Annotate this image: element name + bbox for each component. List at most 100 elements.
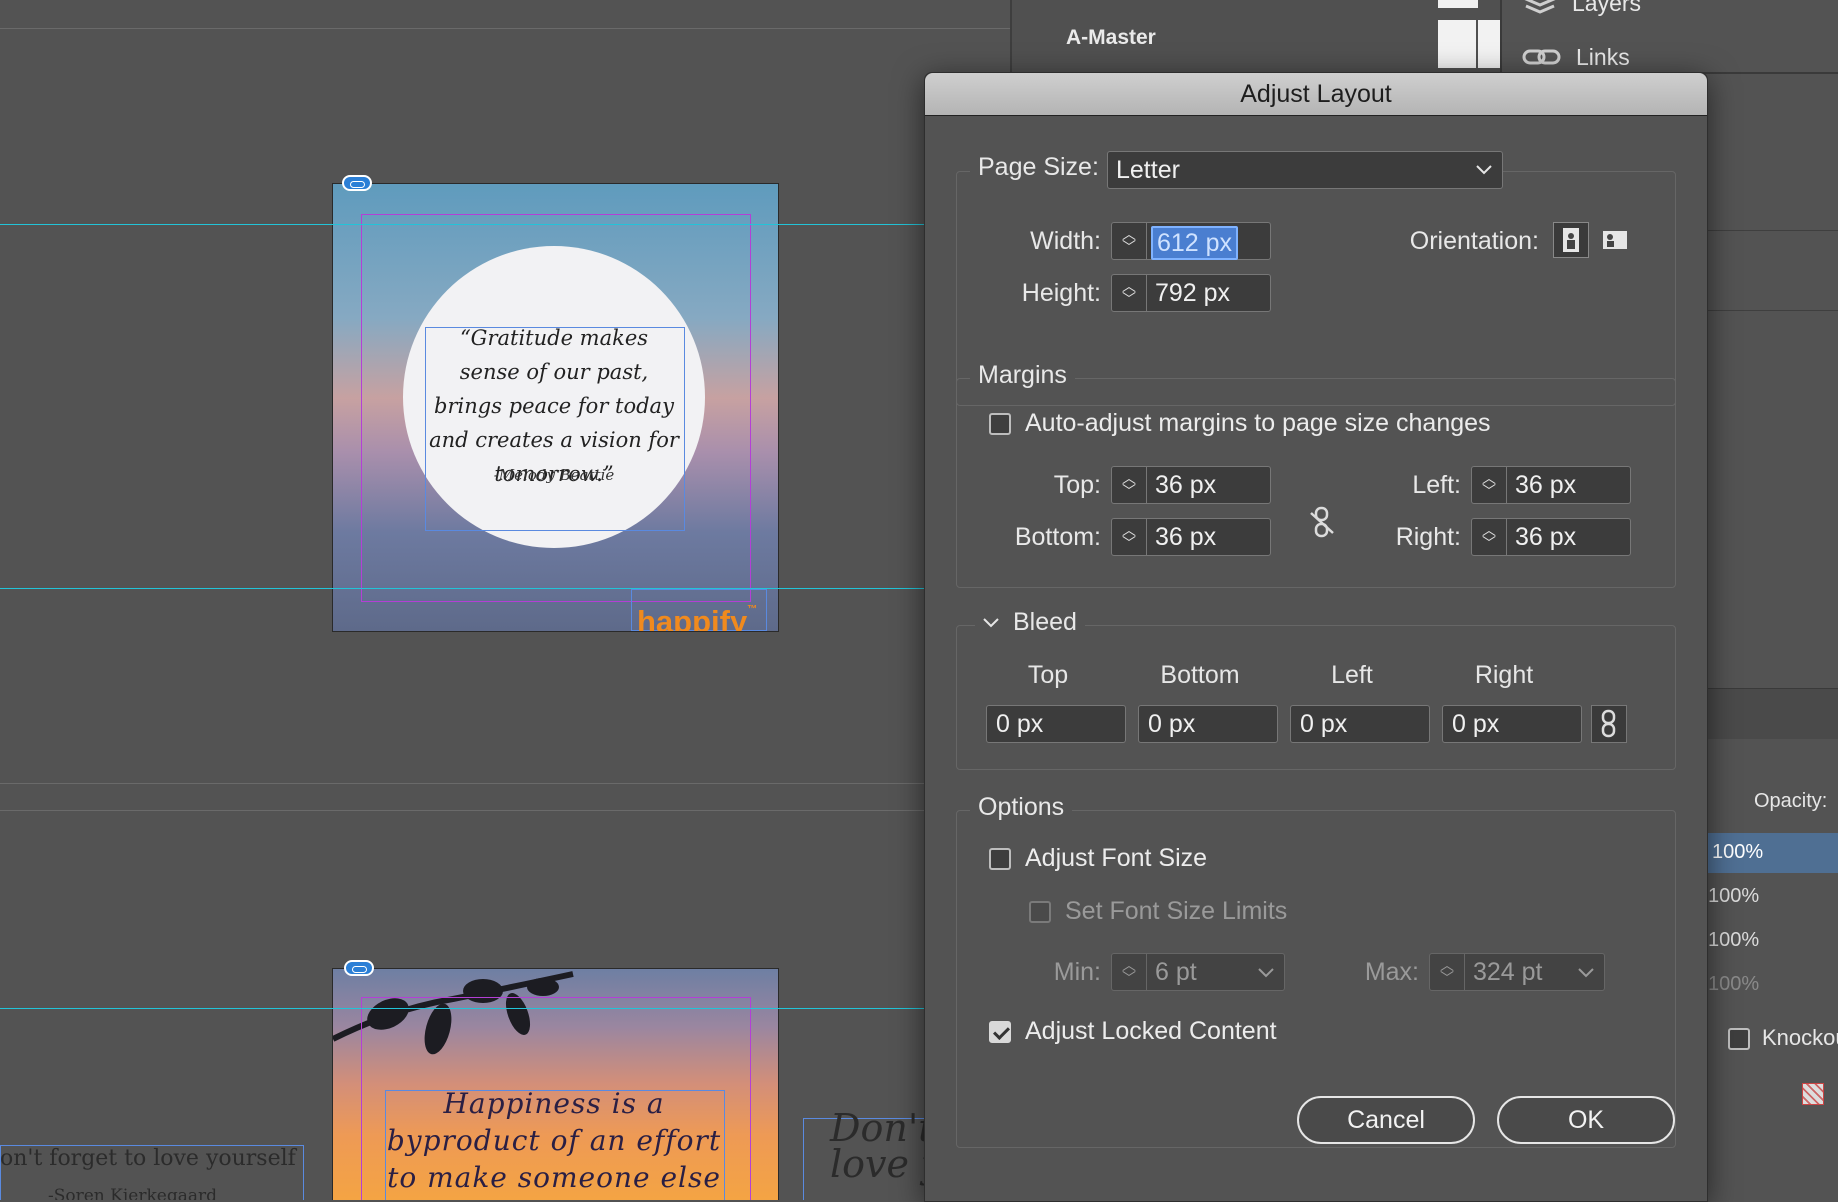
master-thumbnail-left[interactable]	[1438, 20, 1476, 68]
opacity-value: 100%	[1712, 841, 1764, 863]
adjust-font-size-checkbox[interactable]	[989, 848, 1011, 870]
bleed-group	[956, 625, 1676, 770]
width-stepper[interactable]: ︿ ﹀ 612 px	[1111, 222, 1271, 260]
bleed-right-input[interactable]: 0 px	[1442, 705, 1582, 743]
max-font-label: Max:	[1364, 958, 1419, 986]
auto-adjust-margins-label: Auto-adjust margins to page size changes	[1025, 409, 1491, 437]
spread-divider	[0, 783, 1010, 784]
margin-left-input[interactable]: 36 px	[1507, 467, 1630, 503]
knockout-label: Knockou	[1762, 1025, 1838, 1050]
clear-effects-icon[interactable]	[1802, 1083, 1824, 1105]
bleed-title: Bleed	[1013, 608, 1077, 636]
chevron-down-icon[interactable]	[1578, 968, 1594, 978]
chevron-down-icon[interactable]	[1258, 968, 1274, 978]
margin-bottom-label: Bottom:	[1014, 523, 1101, 551]
min-font-label: Min:	[1053, 958, 1101, 986]
min-font-combo[interactable]: ︿ ﹀ 6 pt	[1111, 953, 1285, 991]
page-size-select[interactable]: Letter	[1107, 151, 1503, 189]
max-font-input[interactable]: 324 pt	[1465, 954, 1578, 990]
layers-icon	[1524, 0, 1556, 14]
stepper-arrows-icon[interactable]: ︿ ﹀	[1112, 519, 1147, 555]
set-font-size-limits-checkbox[interactable]	[1029, 901, 1051, 923]
height-stepper[interactable]: ︿ ﹀ 792 px	[1111, 274, 1271, 312]
bleed-disclosure[interactable]: Bleed	[975, 608, 1085, 637]
width-label: Width:	[1030, 227, 1101, 255]
stepper-arrows-icon[interactable]: ︿ ﹀	[1112, 954, 1147, 990]
bleed-bottom-input[interactable]: 0 px	[1138, 705, 1278, 743]
landscape-orientation-button[interactable]	[1597, 222, 1633, 258]
ruler-guide[interactable]	[0, 1008, 1010, 1009]
margin-right-stepper[interactable]: ︿ ﹀ 36 px	[1471, 518, 1631, 556]
spread-divider	[0, 28, 1010, 29]
layers-panel-tab[interactable]: Layers	[1522, 0, 1641, 18]
pages-panel: A-Master	[1010, 0, 1516, 72]
ruler-guide[interactable]	[0, 588, 1010, 589]
linked-chain-icon	[1601, 709, 1616, 738]
links-panel-tab[interactable]: Links	[1522, 42, 1630, 72]
page-2-artwork[interactable]: Happiness is a byproduct of an effort to…	[332, 968, 779, 1200]
adjust-layout-dialog: Adjust Layout Page Size: Letter Width: ︿…	[924, 72, 1708, 1202]
happify-logo: happify™	[637, 604, 758, 632]
stepper-arrows-icon[interactable]: ︿ ﹀	[1430, 954, 1465, 990]
orientation-label: Orientation:	[1409, 227, 1539, 255]
stepper-arrows-icon[interactable]: ︿ ﹀	[1112, 223, 1147, 259]
margin-left-stepper[interactable]: ︿ ﹀ 36 px	[1471, 466, 1631, 504]
opacity-value[interactable]: 100%	[1708, 885, 1759, 908]
knockout-checkbox[interactable]	[1728, 1028, 1750, 1050]
margin-right-input[interactable]: 36 px	[1507, 519, 1630, 555]
width-input[interactable]: 612 px	[1151, 226, 1239, 260]
ok-button[interactable]: OK	[1497, 1096, 1675, 1144]
bleed-right-header: Right	[1474, 661, 1534, 689]
max-font-combo[interactable]: ︿ ﹀ 324 pt	[1429, 953, 1605, 991]
margin-bottom-stepper[interactable]: ︿ ﹀ 36 px	[1111, 518, 1271, 556]
adjust-font-size-label: Adjust Font Size	[1025, 844, 1208, 872]
portrait-icon	[1563, 228, 1579, 252]
height-input[interactable]: 792 px	[1147, 275, 1270, 311]
links-icon	[1522, 49, 1561, 65]
margin-top-label: Top:	[1053, 471, 1101, 499]
stepper-arrows-icon[interactable]: ︿ ﹀	[1472, 519, 1507, 555]
quote-text: Happiness is a byproduct of an effort to…	[386, 1087, 722, 1200]
master-label[interactable]: A-Master	[1066, 26, 1156, 50]
unlinked-chain-icon[interactable]	[1309, 505, 1335, 539]
dialog-title: Adjust Layout	[925, 73, 1707, 116]
panel-region	[1702, 310, 1838, 690]
panel-region	[1702, 90, 1838, 231]
margin-bottom-input[interactable]: 36 px	[1147, 519, 1270, 555]
margin-top-stepper[interactable]: ︿ ﹀ 36 px	[1111, 466, 1271, 504]
side-card-author: -Soren Kierkegaard	[48, 1186, 218, 1200]
margins-title: Margins	[970, 361, 1075, 390]
link-icon[interactable]	[344, 960, 374, 976]
min-font-input[interactable]: 6 pt	[1147, 954, 1258, 990]
bleed-top-header: Top	[1027, 661, 1069, 689]
ruler-guide[interactable]	[0, 224, 1010, 225]
quote-author: -Melody Beattie	[493, 466, 615, 484]
adjust-locked-content-checkbox[interactable]	[989, 1021, 1011, 1043]
document-canvas[interactable]: “Gratitude makes sense of our past, brin…	[0, 0, 1010, 1200]
opacity-value[interactable]: 100%	[1708, 973, 1759, 996]
bleed-left-input[interactable]: 0 px	[1290, 705, 1430, 743]
chevron-down-icon	[983, 617, 999, 627]
page-size-value: Letter	[1116, 156, 1180, 184]
cancel-button[interactable]: Cancel	[1297, 1096, 1475, 1144]
spread-divider	[0, 810, 1010, 811]
stepper-arrows-icon[interactable]: ︿ ﹀	[1472, 467, 1507, 503]
portrait-orientation-button[interactable]	[1553, 222, 1589, 258]
stepper-arrows-icon[interactable]: ︿ ﹀	[1112, 275, 1147, 311]
bleed-top-input[interactable]: 0 px	[986, 705, 1126, 743]
bleed-left-header: Left	[1331, 661, 1373, 689]
panel-region	[1702, 230, 1838, 311]
margin-top-input[interactable]: 36 px	[1147, 467, 1270, 503]
auto-adjust-margins-checkbox[interactable]	[989, 413, 1011, 435]
opacity-label: Opacity:	[1754, 790, 1828, 812]
landscape-icon	[1603, 231, 1627, 249]
page-thumbnail[interactable]	[1438, 0, 1478, 8]
adjust-locked-content-label: Adjust Locked Content	[1025, 1017, 1277, 1045]
link-icon[interactable]	[342, 175, 372, 191]
bleed-link-button[interactable]	[1591, 705, 1627, 743]
margin-left-label: Left:	[1412, 471, 1461, 499]
page-1-artwork[interactable]: “Gratitude makes sense of our past, brin…	[332, 183, 779, 632]
stepper-arrows-icon[interactable]: ︿ ﹀	[1112, 467, 1147, 503]
opacity-value[interactable]: 100%	[1708, 929, 1759, 952]
margin-right-label: Right:	[1395, 523, 1461, 551]
